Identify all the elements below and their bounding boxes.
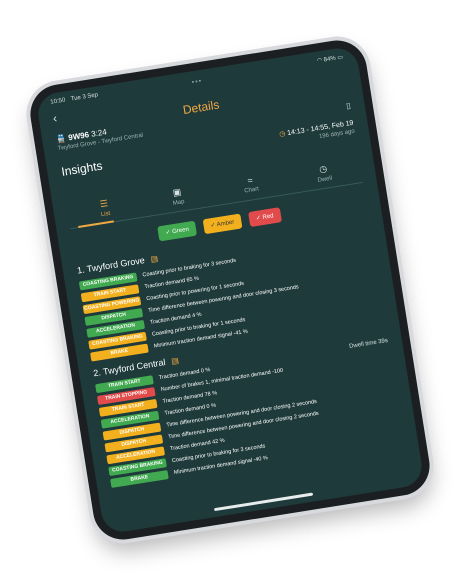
tab-dwell-label: Dwell	[317, 175, 333, 184]
insights-heading: Insights	[60, 158, 104, 179]
filter-red-label: Red	[262, 213, 275, 221]
active-tab-indicator	[78, 220, 114, 228]
train-icon: ▤	[149, 253, 159, 264]
tab-list-label: List	[100, 210, 111, 219]
battery-level: 84%	[323, 55, 337, 64]
status-battery: ◠ 84% ▭	[316, 54, 344, 65]
train-time: 3:24	[90, 127, 108, 139]
clock-icon: ◷	[278, 130, 286, 139]
stage: 10:50 Tue 3 Sep ◠ 84% ▭ ••• ‹ Details 🚆 …	[0, 0, 457, 580]
battery-icon: ▭	[336, 54, 344, 62]
train-icon: ▤	[170, 355, 180, 367]
time-window: ◷ 14:13 - 14:55, Feb 19 196 days ago	[278, 119, 355, 147]
filter-amber-label: Amber	[216, 219, 235, 229]
tab-chart-label: Chart	[243, 186, 260, 195]
train-icon: 🚆	[55, 133, 67, 145]
filter-green-label: Green	[171, 226, 190, 236]
tablet-device: 10:50 Tue 3 Sep ◠ 84% ▭ ••• ‹ Details 🚆 …	[26, 36, 434, 544]
filter-red[interactable]: ✓ Red	[247, 207, 282, 228]
bookmark-icon[interactable]: ▯	[346, 101, 352, 111]
wifi-icon: ◠	[316, 57, 323, 65]
multitask-dots-icon[interactable]: •••	[189, 77, 206, 87]
filter-amber[interactable]: ✓ Amber	[202, 213, 243, 235]
tab-map-label: Map	[172, 199, 185, 207]
status-date: Tue 3 Sep	[70, 92, 99, 103]
filter-green[interactable]: ✓ Green	[157, 220, 197, 242]
app-screen: 10:50 Tue 3 Sep ◠ 84% ▭ ••• ‹ Details 🚆 …	[35, 45, 425, 535]
status-time: 10:50	[50, 97, 66, 106]
home-indicator[interactable]	[213, 492, 314, 512]
